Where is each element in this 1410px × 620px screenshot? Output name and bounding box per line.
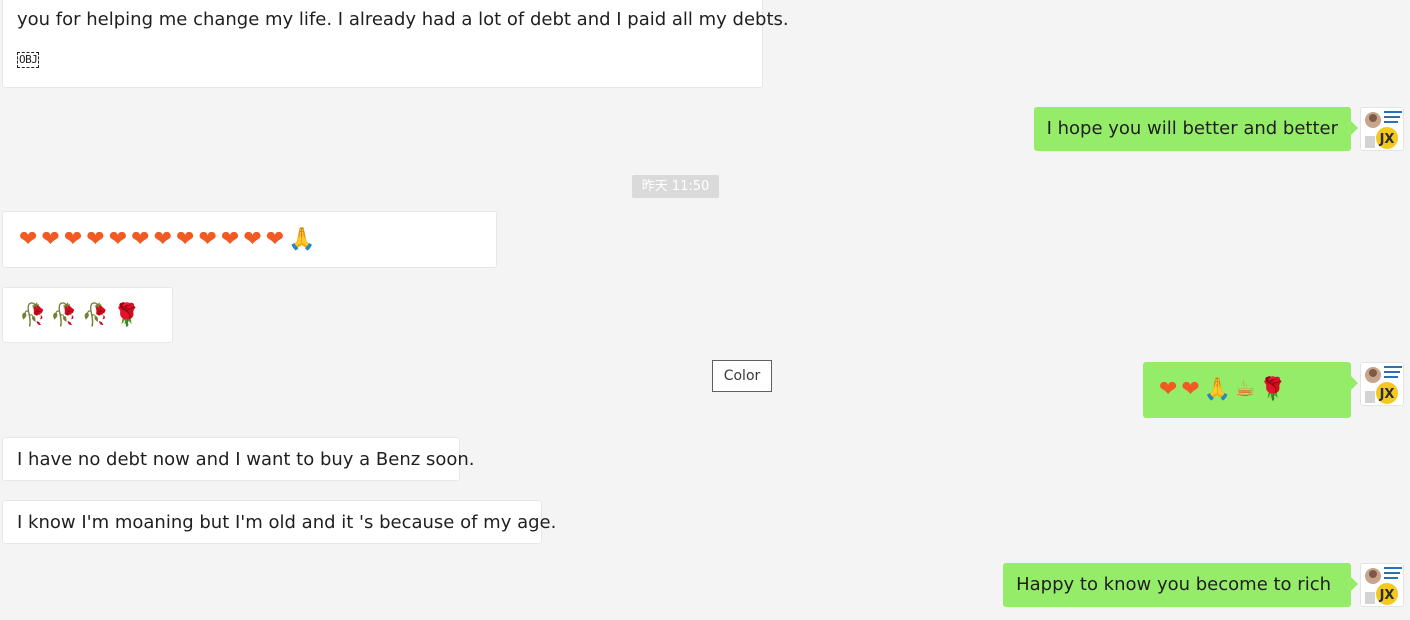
message-text: I know I'm moaning but I'm old and it 's… bbox=[17, 512, 557, 533]
svg-text:JX: JX bbox=[1379, 387, 1395, 402]
user-avatar-icon: JX bbox=[1361, 363, 1403, 405]
message-emojis: ❤❤❤❤❤❤❤❤❤❤❤❤🙏 bbox=[19, 227, 320, 252]
message-text: I hope you will better and better bbox=[1046, 118, 1338, 139]
object-icon: OBJ bbox=[17, 52, 40, 69]
svg-text:JX: JX bbox=[1379, 588, 1395, 603]
user-avatar-icon: JX bbox=[1361, 108, 1403, 150]
message-bubble-incoming[interactable]: ❤❤❤❤❤❤❤❤❤❤❤❤🙏 bbox=[2, 211, 497, 268]
message-bubble-incoming[interactable]: you for helping me change my life. I alr… bbox=[2, 0, 789, 88]
message-bubble-incoming[interactable]: I have no debt now and I want to buy a B… bbox=[2, 437, 474, 481]
color-tooltip: Color bbox=[712, 360, 772, 392]
avatar[interactable]: JX bbox=[1360, 107, 1404, 151]
message-text: I have no debt now and I want to buy a B… bbox=[17, 449, 475, 470]
user-avatar-icon: JX bbox=[1361, 564, 1403, 606]
message-bubble-outgoing[interactable]: ❤❤🙏☕🌹 bbox=[1143, 362, 1358, 418]
message-text: you for helping me change my life. I alr… bbox=[17, 9, 789, 30]
timestamp-divider: 昨天 11:50 bbox=[632, 175, 719, 198]
avatar[interactable]: JX bbox=[1360, 362, 1404, 406]
avatar[interactable]: JX bbox=[1360, 563, 1404, 607]
message-text: Happy to know you become to rich bbox=[1016, 574, 1331, 595]
chat-window: you for helping me change my life. I alr… bbox=[0, 0, 1410, 620]
message-emojis: 🥀🥀🥀🌹 bbox=[19, 303, 145, 328]
svg-text:JX: JX bbox=[1379, 132, 1395, 147]
message-bubble-incoming[interactable]: I know I'm moaning but I'm old and it 's… bbox=[2, 500, 556, 544]
message-bubble-outgoing[interactable]: I hope you will better and better bbox=[1033, 107, 1359, 151]
message-bubble-outgoing[interactable]: Happy to know you become to rich bbox=[1003, 563, 1358, 607]
message-emojis: ❤❤🙏☕🌹 bbox=[1159, 377, 1291, 402]
message-text-overflow bbox=[17, 0, 748, 3]
message-bubble-incoming[interactable]: 🥀🥀🥀🌹 bbox=[2, 287, 173, 343]
object-placeholder: OBJ bbox=[17, 45, 748, 71]
